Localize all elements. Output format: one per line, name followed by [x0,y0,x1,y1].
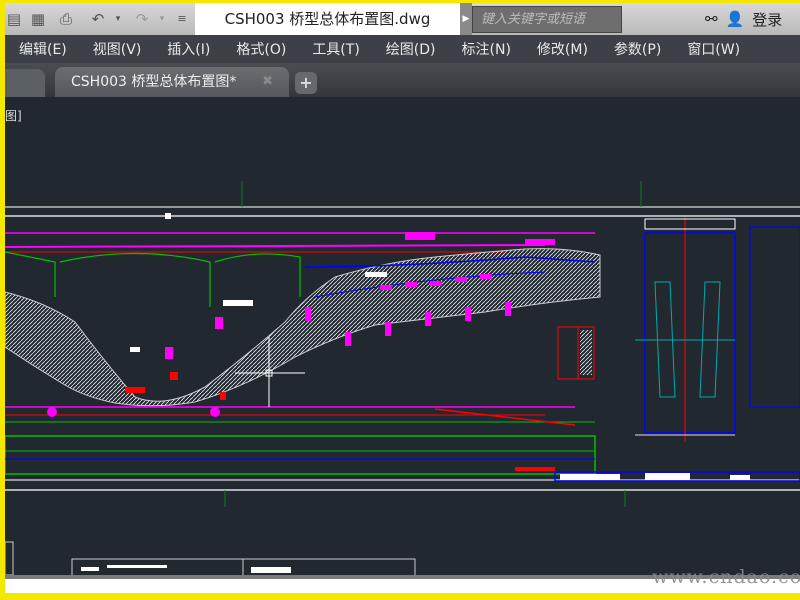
drawing-canvas[interactable] [5,97,800,580]
watermark: www.cndao.com [652,566,800,588]
legend-table [557,326,595,380]
redo-icon[interactable]: ↷ [133,10,151,28]
viewport-label[interactable]: 图] [5,107,22,124]
start-tab[interactable] [5,69,45,97]
menu-modify[interactable]: 修改(M) [537,39,588,59]
new-tab-button[interactable]: + [295,72,317,94]
menu-tools[interactable]: 工具(T) [312,39,359,59]
tab-drawing[interactable]: CSH003 桥型总体布置图* ✖ [55,67,289,97]
save-icon[interactable]: ▤ [5,10,23,28]
close-icon[interactable]: ✖ [262,67,273,97]
menu-parametric[interactable]: 参数(P) [614,39,661,59]
cross-section [635,217,800,442]
menu-draw[interactable]: 绘图(D) [386,39,436,59]
tab-label: CSH003 桥型总体布置图* [71,74,237,90]
save-as-icon[interactable]: ▦ [29,10,47,28]
search-input[interactable]: 键入关键字或短语 [472,6,622,33]
plan-view [5,406,596,475]
window-title: CSH003 桥型总体布置图.dwg [195,3,460,35]
user-icon[interactable]: 👤 [726,10,745,28]
menu-insert[interactable]: 插入(I) [167,39,210,59]
undo-dropdown-icon[interactable]: ▾ [109,10,127,28]
undo-icon[interactable]: ↶ [89,10,107,28]
menu-window[interactable]: 窗口(W) [687,39,740,59]
customize-icon[interactable]: ≡ [173,10,191,28]
menu-view[interactable]: 视图(V) [93,39,142,59]
bridge-drawing [5,181,800,580]
menu-edit[interactable]: 编辑(E) [19,39,67,59]
redo-dropdown-icon[interactable]: ▾ [153,10,171,28]
login-button[interactable]: 登录 [752,9,782,30]
autocad-window: ▤ ▦ ⎙ ↶ ▾ ↷ ▾ ≡ CSH003 桥型总体布置图.dwg ▶ 键入关… [5,3,800,593]
file-tab-bar: CSH003 桥型总体布置图* ✖ + [5,63,800,97]
plot-icon[interactable]: ⎙ [57,10,75,28]
menu-dimension[interactable]: 标注(N) [462,39,511,59]
binoculars-icon[interactable]: ⚯ [705,10,718,28]
terrain-profile [5,248,601,407]
title-block [5,541,416,580]
sheet-border-lines [5,181,800,507]
menu-format[interactable]: 格式(O) [236,39,286,59]
menu-bar: 编辑(E) 视图(V) 插入(I) 格式(O) 工具(T) 绘图(D) 标注(N… [5,35,800,63]
quick-access-toolbar: ▤ ▦ ⎙ ↶ ▾ ↷ ▾ ≡ CSH003 桥型总体布置图.dwg ▶ 键入关… [5,3,800,35]
expand-arrow-icon[interactable]: ▶ [460,3,472,35]
